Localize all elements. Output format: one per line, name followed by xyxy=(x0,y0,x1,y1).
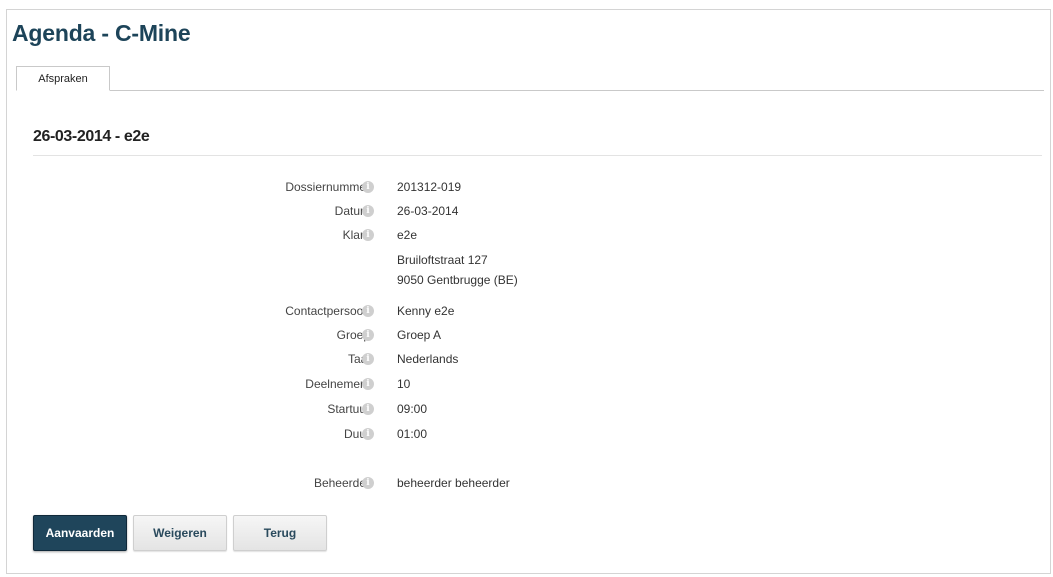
field-row-contactpersoon: Contactpersoon i Kenny e2e xyxy=(0,302,700,320)
field-row-dossiernummer: Dossiernummer i 201312-019 xyxy=(0,178,700,196)
field-label: Datum xyxy=(334,204,370,218)
field-row-klant-address-1: Bruiloftstraat 127 xyxy=(0,251,700,269)
info-icon[interactable]: i xyxy=(362,205,374,217)
info-icon[interactable]: i xyxy=(362,403,374,415)
field-label: Groep xyxy=(336,328,370,342)
field-label: Dossiernummer xyxy=(285,180,370,194)
field-label: Startuur xyxy=(327,402,370,416)
client-address-street: Bruiloftstraat 127 xyxy=(397,253,488,267)
field-row-deelnemers: Deelnemers i 10 xyxy=(0,375,700,393)
field-label: Duur xyxy=(343,427,370,441)
field-label: Deelnemers xyxy=(305,377,370,391)
field-row-klant-address-2: 9050 Gentbrugge (BE) xyxy=(0,271,700,289)
field-label: Klant xyxy=(342,228,370,242)
info-icon[interactable]: i xyxy=(362,477,374,489)
info-icon[interactable]: i xyxy=(362,305,374,317)
field-value: beheerder beheerder xyxy=(397,476,510,490)
field-label: Contactpersoon xyxy=(285,304,370,318)
field-row-datum: Datum i 26-03-2014 xyxy=(0,202,700,220)
info-icon[interactable]: i xyxy=(362,329,374,341)
info-icon[interactable]: i xyxy=(362,378,374,390)
field-value: 10 xyxy=(397,377,411,391)
field-label: Taal xyxy=(347,352,370,366)
info-icon[interactable]: i xyxy=(362,229,374,241)
section-divider xyxy=(33,155,1042,156)
field-value: e2e xyxy=(397,228,418,242)
field-value: 201312-019 xyxy=(397,180,462,194)
appointment-title: 26-03-2014 - e2e xyxy=(33,128,150,145)
field-value: 09:00 xyxy=(397,402,428,416)
page-title: Agenda - C-Mine xyxy=(12,20,191,46)
field-value: 01:00 xyxy=(397,427,428,441)
refuse-button[interactable]: Weigeren xyxy=(133,515,227,551)
field-row-beheerder: Beheerder i beheerder beheerder xyxy=(0,474,700,492)
info-icon[interactable]: i xyxy=(362,353,374,365)
field-row-duur: Duur i 01:00 xyxy=(0,425,700,443)
tab-afspraken[interactable]: Afspraken xyxy=(16,66,110,91)
client-address-city: 9050 Gentbrugge (BE) xyxy=(397,273,518,287)
field-row-startuur: Startuur i 09:00 xyxy=(0,400,700,418)
accept-button[interactable]: Aanvaarden xyxy=(33,515,127,551)
field-row-groep: Groep i Groep A xyxy=(0,326,700,344)
field-value: Groep A xyxy=(397,328,442,342)
field-value: Nederlands xyxy=(397,352,459,366)
tab-bar-divider xyxy=(16,90,1044,91)
field-value: 26-03-2014 xyxy=(397,204,459,218)
info-icon[interactable]: i xyxy=(362,428,374,440)
field-row-taal: Taal i Nederlands xyxy=(0,350,700,368)
field-row-klant: Klant i e2e xyxy=(0,226,700,244)
info-icon[interactable]: i xyxy=(362,181,374,193)
field-label: Beheerder xyxy=(313,476,370,490)
back-button[interactable]: Terug xyxy=(233,515,327,551)
field-value: Kenny e2e xyxy=(397,304,455,318)
